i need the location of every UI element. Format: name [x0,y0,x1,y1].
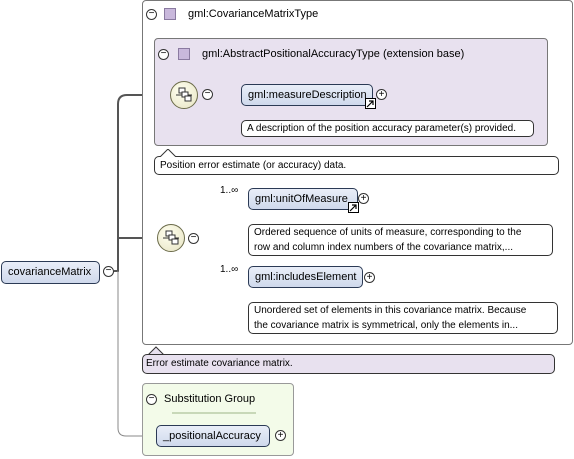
includes-element-doc: Unordered set of elements in this covari… [248,302,558,334]
includes-element-element[interactable]: gml:includesElement [248,266,363,288]
collapse-icon[interactable]: − [188,233,199,244]
expand-icon[interactable]: + [376,89,387,100]
extension-base-doc: Position error estimate (or accuracy) da… [154,156,559,175]
measure-description-doc: A description of the position accuracy p… [241,120,534,137]
complex-type-square-icon [164,8,176,20]
doc-line: the covariance matrix is symmetrical, on… [254,320,518,331]
collapse-icon[interactable]: − [103,266,114,277]
substitution-group-title: Substitution Group [164,393,256,405]
sequence-compositor-icon[interactable] [157,224,185,252]
covariance-matrix-element[interactable]: covarianceMatrix [1,261,100,284]
extension-base-name: gml:AbstractPositionalAccuracyType (exte… [202,48,465,60]
reference-arrow-icon [348,202,359,213]
note-pointer [160,149,177,157]
unit-of-measure-doc: Ordered sequence of units of measure, co… [248,224,553,256]
collapse-icon[interactable]: − [202,89,213,100]
expand-icon[interactable]: + [275,430,286,441]
multiplicity-label: 1..∞ [220,185,239,196]
doc-line: row and column index numbers of the cova… [254,242,514,253]
root-doc: Error estimate covariance matrix. [142,354,555,374]
expand-icon[interactable]: + [358,193,369,204]
collapse-icon[interactable]: − [146,9,157,20]
positional-accuracy-element[interactable]: _positionalAccuracy [156,425,270,447]
complex-type-square-icon [178,48,190,60]
multiplicity-label: 1..∞ [220,264,239,275]
complex-type-name: gml:CovarianceMatrixType [188,8,319,20]
reference-arrow-icon [365,98,376,109]
measure-description-element[interactable]: gml:measureDescription [241,84,373,106]
sequence-compositor-icon[interactable] [170,81,198,109]
divider [172,412,256,414]
doc-line: Ordered sequence of units of measure, co… [254,227,522,238]
doc-line: Unordered set of elements in this covari… [254,305,527,316]
collapse-icon[interactable]: − [146,394,157,405]
expand-icon[interactable]: + [364,272,375,283]
collapse-icon[interactable]: − [158,49,169,60]
unit-of-measure-element[interactable]: gml:unitOfMeasure [248,188,358,210]
